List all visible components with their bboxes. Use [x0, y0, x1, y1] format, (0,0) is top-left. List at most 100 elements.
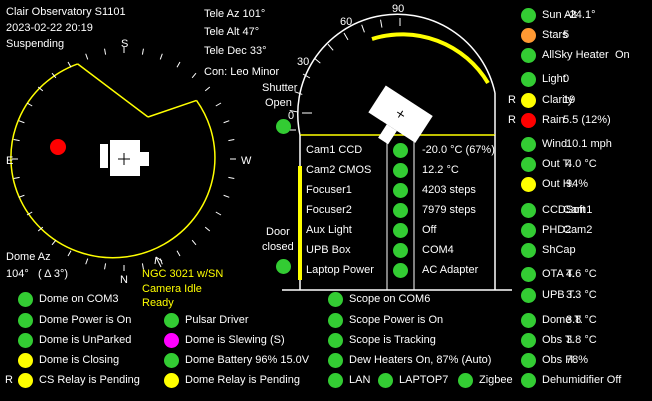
- status-dot: [521, 243, 536, 258]
- device-indicator: [393, 263, 408, 278]
- compass-w: W: [241, 155, 252, 167]
- status-dot: [521, 113, 536, 128]
- constellation: Con: Leo Minor: [204, 66, 280, 78]
- status-label: LAPTOP7: [399, 374, 449, 386]
- status-dot: [521, 8, 536, 23]
- device-value: AC Adapter: [422, 264, 479, 276]
- status-dot: [521, 353, 536, 368]
- status-dot: [328, 373, 343, 388]
- device-label: Cam1 CCD: [306, 144, 363, 156]
- weather-label: Dehumidifier Off: [542, 374, 622, 386]
- dome-slit-right: [147, 99, 197, 118]
- dome-slit-left: [77, 63, 149, 118]
- tele-alt: Tele Alt 47°: [204, 26, 260, 38]
- device-label: Aux Light: [306, 224, 352, 236]
- compass-n: N: [120, 274, 128, 286]
- device-value: Off: [422, 224, 437, 236]
- weather-label: ShCap: [542, 244, 576, 256]
- status-dot: [521, 373, 536, 388]
- status-dot: [521, 48, 536, 63]
- compass-e: E: [6, 155, 14, 167]
- door-label: Door: [266, 226, 290, 238]
- door-indicator: [276, 259, 291, 274]
- status-dot: [521, 288, 536, 303]
- device-value: COM4: [422, 244, 454, 256]
- weather-value: Cam1: [563, 204, 593, 216]
- status-label: Dome is UnParked: [39, 334, 132, 346]
- camera-status: Camera Idle: [142, 283, 202, 295]
- weather-value: 3.3 °C: [566, 289, 597, 301]
- device-value: 12.2 °C: [422, 164, 459, 176]
- target-marker: [50, 139, 66, 155]
- device-indicator: [393, 183, 408, 198]
- status-dot: [18, 292, 33, 307]
- status-dot: [328, 313, 343, 328]
- weather-value: 5: [563, 29, 570, 41]
- target-name: NGC 3021 w/SN: [142, 268, 224, 280]
- weather-value: 0: [563, 73, 570, 85]
- device-label: UPB Box: [306, 244, 351, 256]
- status-dot: [521, 28, 536, 43]
- status-label: Dew Heaters On, 87% (Auto): [349, 354, 492, 366]
- dome-az-value: 104°: [6, 268, 29, 280]
- device-value: 7979 steps: [422, 204, 476, 216]
- shutter-label: Shutter: [262, 82, 298, 94]
- status-dot: [521, 333, 536, 348]
- weather-value: -24.1°: [566, 9, 596, 21]
- dome-top-view: [10, 47, 236, 271]
- weather-value: Cam2: [563, 224, 593, 236]
- device-indicator: [393, 203, 408, 218]
- status-dot: [164, 353, 179, 368]
- device-indicator: [393, 223, 408, 238]
- date-time: 2023-02-22 20:19: [6, 22, 93, 34]
- status-dot: [164, 373, 179, 388]
- status-label: Zigbee: [479, 374, 513, 386]
- weather-value: On: [615, 49, 630, 61]
- status-dot: [521, 203, 536, 218]
- relay-prefix: R: [508, 114, 516, 126]
- status-dot: [521, 72, 536, 87]
- door-state: closed: [262, 241, 294, 253]
- device-value: -20.0 °C (67%): [422, 144, 495, 156]
- status-dot: [521, 177, 536, 192]
- ready-status: Ready: [142, 297, 174, 309]
- device-label: Cam2 CMOS: [306, 164, 372, 176]
- status-dot: [521, 223, 536, 238]
- status-label: Dome Relay is Pending: [185, 374, 300, 386]
- shutter-state: Open: [265, 97, 292, 109]
- status-dot: [328, 353, 343, 368]
- status-label: Scope on COM6: [349, 293, 431, 305]
- status-label: LAN: [349, 374, 371, 386]
- status-dot: [521, 93, 536, 108]
- shutter-indicator: [276, 119, 291, 134]
- device-indicator: [393, 143, 408, 158]
- shutter-arc: [371, 32, 490, 85]
- weather-value: 4.0 °C: [566, 158, 597, 170]
- weather-value: 3.8 °C: [566, 334, 597, 346]
- weather-value: 3.8 °C: [566, 314, 597, 326]
- status-dot: [378, 373, 393, 388]
- device-indicator: [393, 163, 408, 178]
- weather-value: 78%: [566, 354, 589, 366]
- dome-az-label: Dome Az: [6, 251, 51, 263]
- alt-tick-90: 90: [392, 3, 405, 15]
- status-dot: [18, 333, 33, 348]
- weather-value: 19: [563, 94, 576, 106]
- status-dot: [328, 333, 343, 348]
- status-dot: [18, 313, 33, 328]
- status-label: Dome is Slewing (S): [185, 334, 285, 346]
- status-label: Scope is Tracking: [349, 334, 436, 346]
- weather-value: 10.1 mph: [566, 138, 612, 150]
- status-label: Dome Power is On: [39, 314, 132, 326]
- status-label: Pulsar Driver: [185, 314, 249, 326]
- status-dot: [18, 373, 33, 388]
- compass-s: S: [121, 38, 129, 50]
- dome-az-delta: ( Δ 3°): [38, 268, 69, 280]
- status-label: Dome on COM3: [39, 293, 119, 305]
- tele-az: Tele Az 101°: [204, 8, 266, 20]
- alt-tick-60: 60: [340, 16, 353, 28]
- status-dot: [18, 353, 33, 368]
- observatory-dashboard: Clair Observatory S1101 2023-02-22 20:19…: [0, 0, 652, 401]
- device-label: Laptop Power: [306, 264, 374, 276]
- weather-value: 94%: [566, 178, 589, 190]
